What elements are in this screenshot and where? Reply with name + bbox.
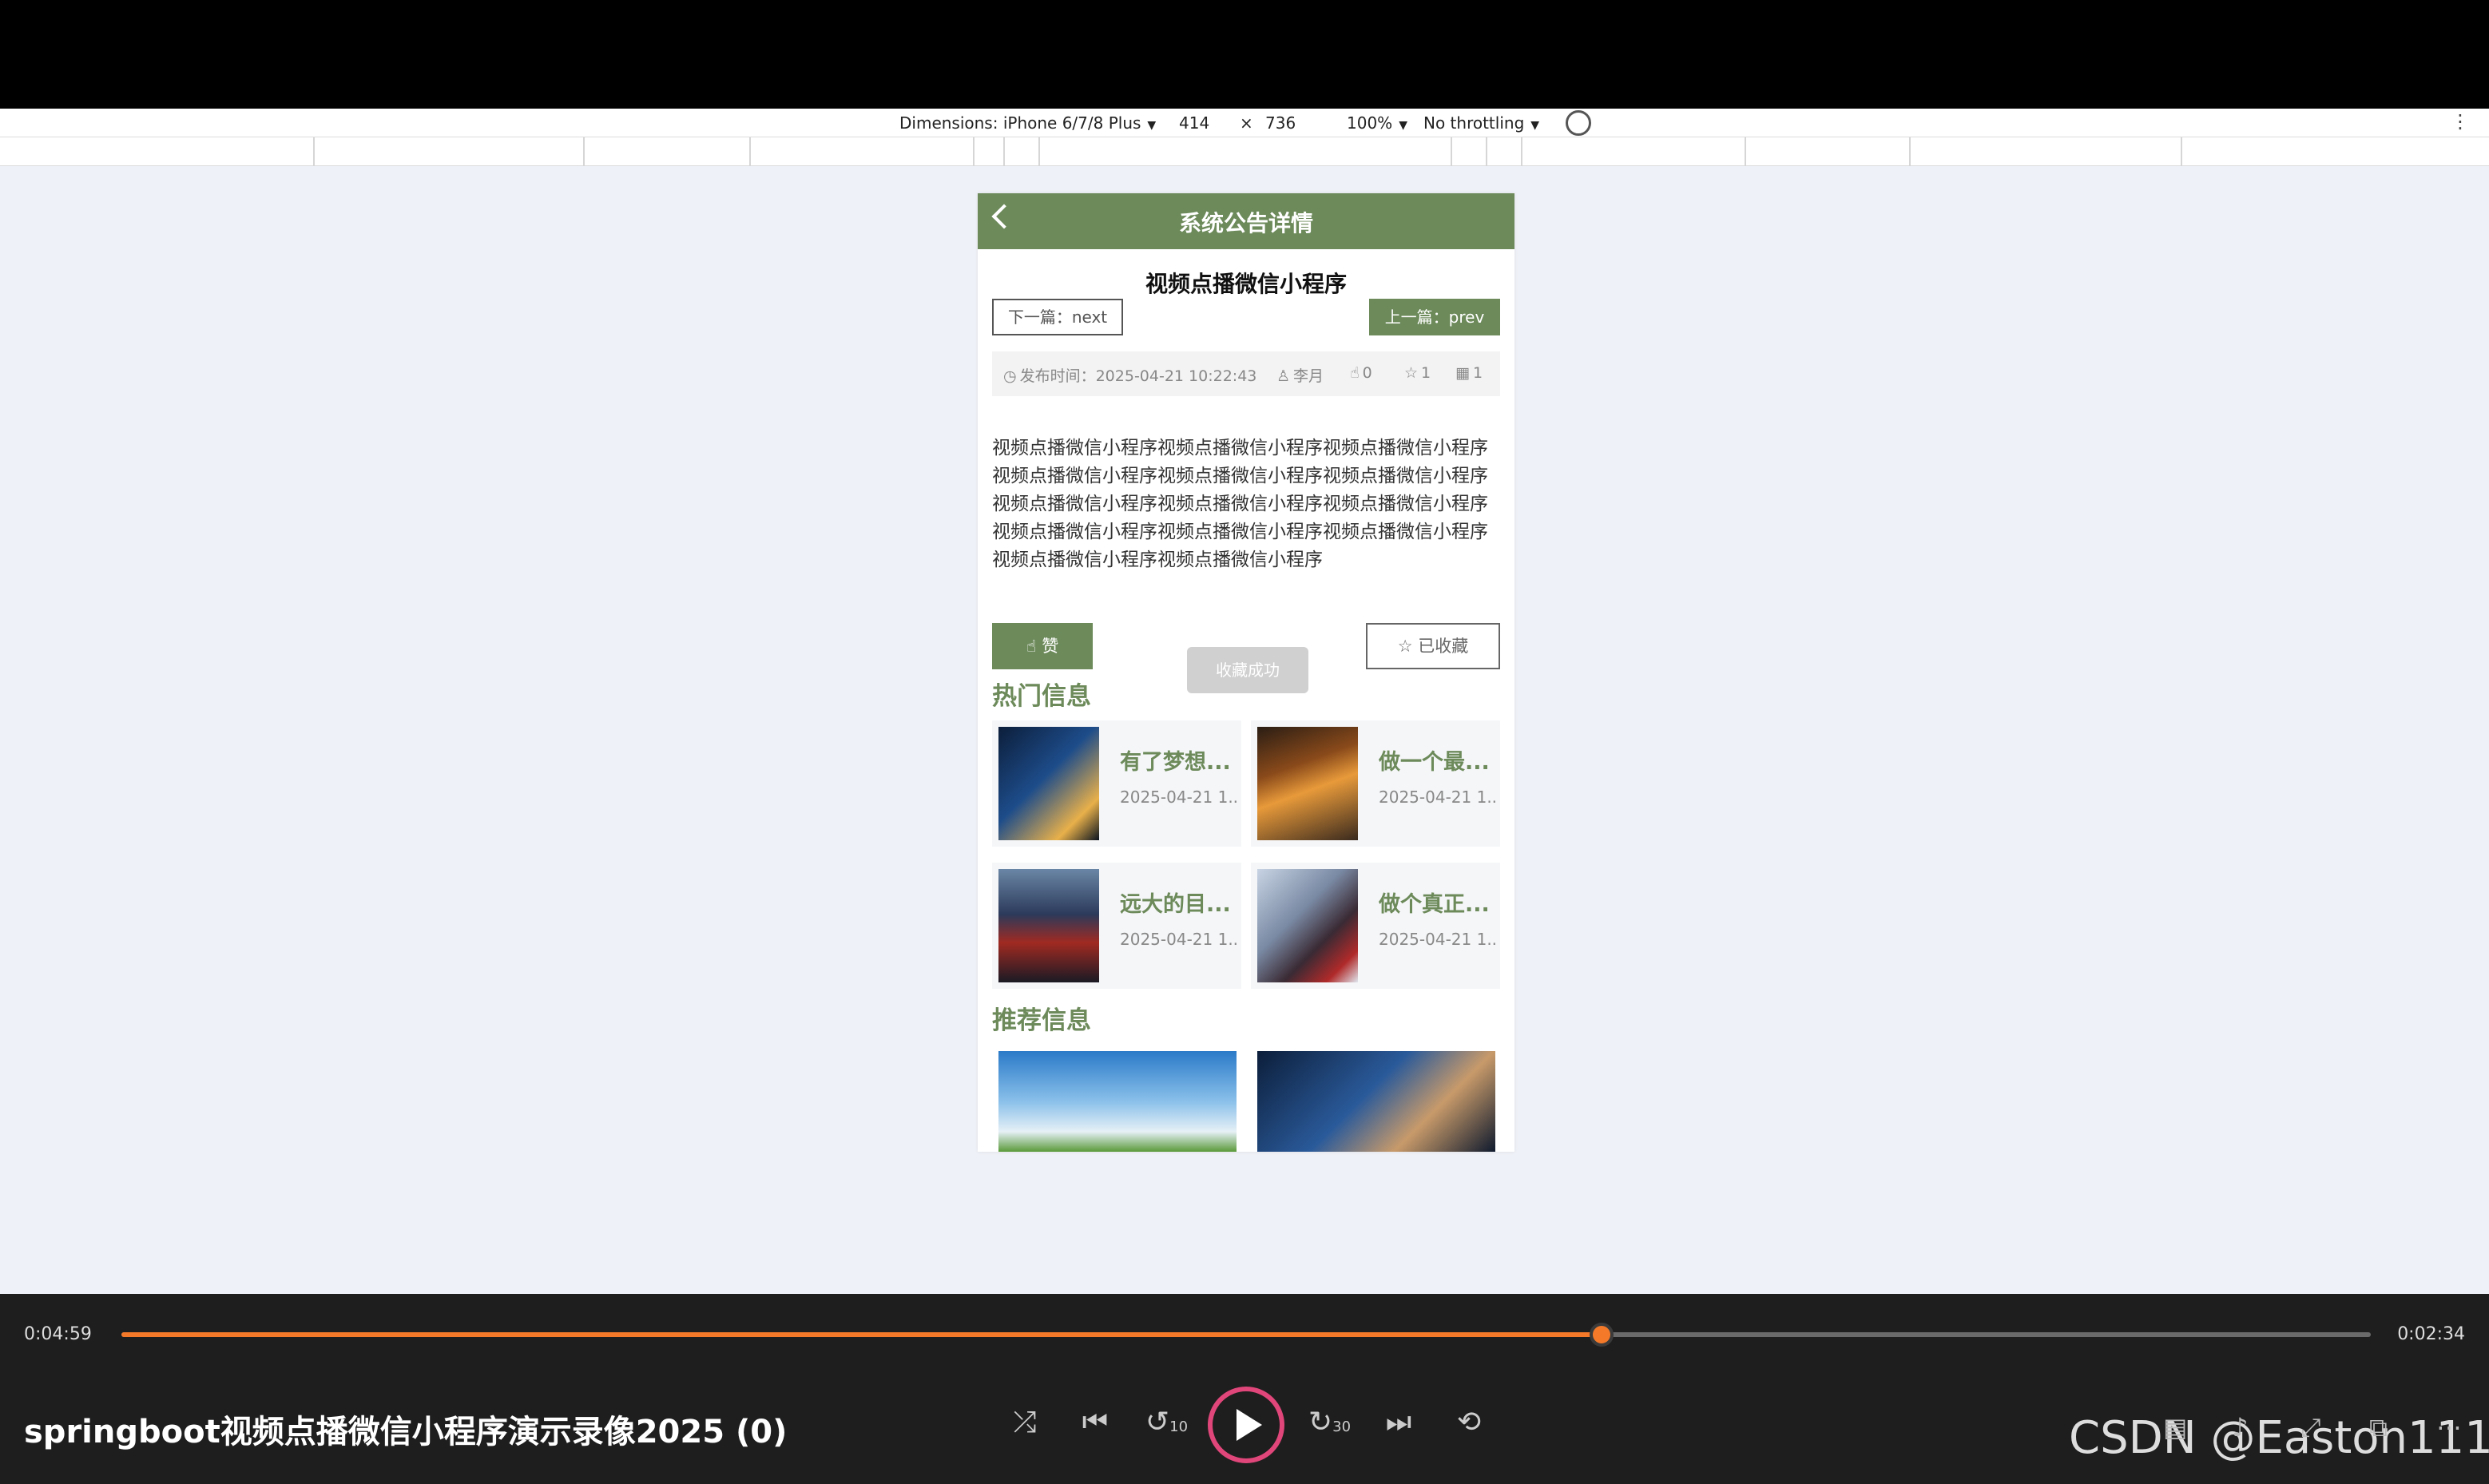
play-icon — [1237, 1409, 1262, 1441]
skip-forward-icon[interactable]: ↻30 — [1308, 1406, 1351, 1438]
csdn-watermark: CSDN @Easton111 — [2069, 1412, 2489, 1464]
media-query-ruler — [0, 137, 2489, 166]
ruler-tick — [1521, 137, 1522, 166]
rotate-icon[interactable] — [1566, 110, 1591, 136]
height-input[interactable]: 736 — [1265, 113, 1296, 133]
page-header: 系统公告详情 — [978, 193, 1514, 249]
ruler-tick — [583, 137, 585, 166]
hot-item-date: 2025-04-21 1... — [1379, 930, 1495, 949]
star-icon: ☆ — [1404, 364, 1419, 382]
author: ♙ 李月 — [1276, 367, 1324, 385]
ruler-tick — [1909, 137, 1911, 166]
favorite-button[interactable]: ☆ 已收藏 — [1366, 623, 1500, 669]
recommend-section-title: 推荐信息 — [992, 1006, 1091, 1035]
hot-item-date: 2025-04-21 1... — [1379, 788, 1495, 807]
article-meta: ◷ 发布时间：2025-04-21 10:22:43 ♙ 李月 ☝ 0 ☆ 1 ▦ 1 — [992, 351, 1500, 396]
hot-item-thumbnail — [998, 869, 1099, 982]
hot-item-card[interactable]: 做个真正... 2025-04-21 1... — [1251, 863, 1500, 989]
subtitles-icon[interactable]: ▤ — [2163, 1412, 2187, 1442]
progress-handle[interactable] — [1589, 1323, 1614, 1347]
more-icon[interactable]: ⋯ — [2436, 1412, 2462, 1442]
thumb-up-icon: ☝ — [1350, 364, 1360, 382]
ruler-tick — [1745, 137, 1746, 166]
zoom-dropdown[interactable]: 100% ▼ — [1347, 113, 1407, 133]
ruler-tick — [973, 137, 975, 166]
hot-item-date: 2025-04-21 1... — [1120, 930, 1237, 949]
miniplayer-icon[interactable]: ⧉ — [2369, 1412, 2388, 1443]
ruler-tick — [1451, 137, 1452, 166]
ruler-tick — [1038, 137, 1040, 166]
next-track-icon[interactable]: ⏭ — [1379, 1406, 1419, 1439]
play-button[interactable] — [1208, 1387, 1284, 1463]
progress-bar[interactable] — [121, 1323, 2371, 1347]
video-player-controls: 0:04:59 0:02:34 springboot视频点播微信小程序演示录像2… — [0, 1294, 2489, 1484]
top-black-bar — [0, 0, 2489, 109]
progress-fill — [121, 1332, 1602, 1337]
calendar-icon: ▦ — [1455, 364, 1470, 382]
thumb-up-icon: ☝ — [1026, 637, 1042, 656]
total-time: 0:02:34 — [2397, 1324, 2465, 1344]
dimensions-dropdown[interactable]: Dimensions: iPhone 6/7/8 Plus ▼ — [899, 113, 1156, 133]
hot-item-title: 做个真正... — [1379, 892, 1490, 917]
prev-article-button[interactable]: 上一篇：prev — [1369, 299, 1500, 335]
star-icon: ☆ — [1397, 637, 1419, 656]
ruler-tick — [1486, 137, 1487, 166]
hot-item-thumbnail — [998, 727, 1099, 840]
page-title: 系统公告详情 — [1178, 210, 1313, 236]
recommend-item-image[interactable] — [998, 1051, 1237, 1152]
hot-item-card[interactable]: 远大的目... 2025-04-21 1... — [992, 863, 1241, 989]
video-title: springboot视频点播微信小程序演示录像2025 (0) — [24, 1414, 788, 1450]
hot-item-card[interactable]: 做一个最... 2025-04-21 1... — [1251, 720, 1500, 847]
width-input[interactable]: 414 — [1179, 113, 1209, 133]
hot-item-title: 有了梦想... — [1120, 750, 1231, 775]
hot-item-thumbnail — [1257, 869, 1358, 982]
volume-icon[interactable]: ♪ — [2232, 1412, 2248, 1442]
ruler-tick — [2181, 137, 2182, 166]
fullscreen-icon[interactable]: ⤢ — [2300, 1412, 2321, 1443]
article-title: 视频点播微信小程序 — [1145, 271, 1347, 297]
devtools-toolbar: Dimensions: iPhone 6/7/8 Plus ▼ 414 × 736… — [0, 109, 2489, 137]
like-count: ☝ 0 — [1350, 364, 1372, 382]
device-viewport: 系统公告详情 视频点播微信小程序 下一篇：next 上一篇：prev ◷ 发布时间… — [0, 166, 2489, 1294]
hot-item-title: 做一个最... — [1379, 750, 1490, 775]
favorite-count: ☆ 1 — [1404, 364, 1431, 382]
times-sign: × — [1240, 113, 1253, 133]
shuffle-icon[interactable]: ⤮ — [1005, 1406, 1045, 1439]
hot-item-date: 2025-04-21 1... — [1120, 788, 1237, 807]
throttling-dropdown[interactable]: No throttling ▼ — [1423, 113, 1539, 133]
clock-icon: ◷ — [1003, 367, 1017, 385]
more-options-icon[interactable]: ⋮ — [2451, 110, 2470, 133]
ruler-tick — [749, 137, 751, 166]
toast-message: 收藏成功 — [1187, 647, 1308, 693]
next-article-button[interactable]: 下一篇：next — [992, 299, 1123, 335]
hot-item-card[interactable]: 有了梦想... 2025-04-21 1... — [992, 720, 1241, 847]
user-icon: ♙ — [1276, 367, 1291, 385]
hot-item-title: 远大的目... — [1120, 892, 1231, 917]
ruler-tick — [313, 137, 315, 166]
view-count: ▦ 1 — [1455, 364, 1483, 382]
phone-screen: 系统公告详情 视频点播微信小程序 下一篇：next 上一篇：prev ◷ 发布时间… — [978, 193, 1514, 1152]
recommend-item-image[interactable] — [1257, 1051, 1495, 1152]
ruler-tick — [1003, 137, 1005, 166]
hot-section-title: 热门信息 — [992, 682, 1091, 711]
hot-item-thumbnail — [1257, 727, 1358, 840]
current-time: 0:04:59 — [24, 1324, 92, 1344]
skip-back-icon[interactable]: ↺10 — [1145, 1406, 1188, 1438]
publish-time: ◷ 发布时间：2025-04-21 10:22:43 — [1003, 367, 1257, 385]
repeat-icon[interactable]: ⟲ — [1449, 1406, 1489, 1438]
like-button[interactable]: ☝ 赞 — [992, 623, 1093, 669]
article-content: 视频点播微信小程序视频点播微信小程序视频点播微信小程序视频点播微信小程序视频点播… — [992, 438, 1488, 570]
previous-track-icon[interactable]: ⏮ — [1075, 1406, 1115, 1439]
